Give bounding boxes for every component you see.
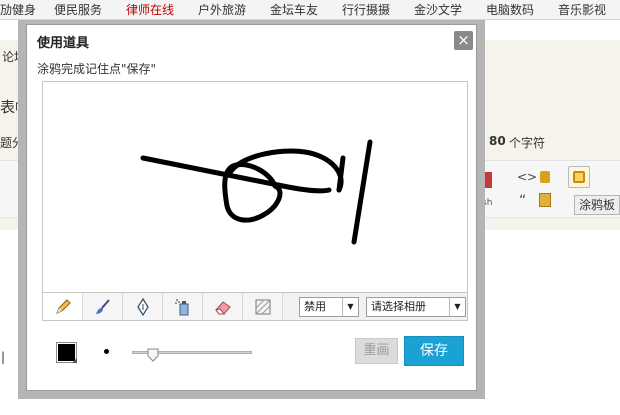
char-count-unit: 个字符 xyxy=(509,136,546,150)
brush-icon xyxy=(96,299,110,314)
pencil-tool[interactable] xyxy=(43,293,83,320)
bottom-controls: 重画 保存 xyxy=(42,331,468,377)
nav-item-lawyer[interactable]: 律师在线 xyxy=(126,3,174,17)
nav-item-music[interactable]: 音乐影视 xyxy=(558,3,606,17)
texture-icon xyxy=(255,299,271,315)
pen-nib-icon xyxy=(137,298,149,316)
slider-thumb[interactable] xyxy=(147,348,159,362)
char-count: 80 xyxy=(489,134,506,148)
save-button[interactable]: 保存 xyxy=(404,336,464,366)
nav-item-cars[interactable]: 金坛车友 xyxy=(270,3,318,17)
brush-size-dot-icon xyxy=(104,349,109,354)
side-mark: | xyxy=(1,350,6,364)
dialog-title: 使用道具 xyxy=(37,36,90,51)
album-select[interactable]: 请选择相册 ▼ xyxy=(366,297,466,317)
album-select-value: 请选择相册 xyxy=(371,300,426,313)
tool-bar: 禁用 ▼ 请选择相册 ▼ xyxy=(42,293,468,321)
color-picker-caret-icon xyxy=(72,358,77,363)
lock-icon[interactable] xyxy=(540,171,550,183)
quote-icon[interactable]: “ xyxy=(519,194,526,208)
spray-icon xyxy=(175,299,189,316)
eraser-tool[interactable] xyxy=(203,293,243,320)
pen-tool[interactable] xyxy=(123,293,163,320)
nav-item-digital[interactable]: 电脑数码 xyxy=(486,3,534,17)
nav-item-travel[interactable]: 户外旅游 xyxy=(198,3,246,17)
nav-item-fitness[interactable]: 劢健身 xyxy=(0,3,36,17)
doodle-board-button[interactable] xyxy=(568,166,590,188)
drawing-strokes xyxy=(140,139,373,245)
color-picker[interactable] xyxy=(56,342,77,363)
doodle-board-tooltip: 涂鸦板 xyxy=(574,195,620,215)
spray-tool[interactable] xyxy=(163,293,203,320)
drawing-canvas[interactable] xyxy=(42,81,468,293)
disable-select[interactable]: 禁用 ▼ xyxy=(299,297,359,317)
chevron-down-icon: ▼ xyxy=(449,298,465,316)
close-button[interactable]: × xyxy=(454,31,473,50)
disable-select-value: 禁用 xyxy=(304,300,326,313)
nav-item-literature[interactable]: 金沙文学 xyxy=(414,3,462,17)
top-navigation: 劢健身 便民服务 律师在线 户外旅游 金坛车友 行行摄摄 金沙文学 电脑数码 音… xyxy=(0,0,620,20)
redraw-button[interactable]: 重画 xyxy=(355,338,398,364)
nav-item-photo[interactable]: 行行摄摄 xyxy=(342,3,390,17)
dialog-hint: 涂鸦完成记住点"保存" xyxy=(37,62,157,76)
doodle-dialog: 使用道具 × 涂鸦完成记住点"保存" 禁用 ▼ 请选择相册 ▼ 重画 保存 xyxy=(26,24,477,391)
code-icon[interactable]: <> xyxy=(517,170,537,184)
brush-tool[interactable] xyxy=(83,293,123,320)
eraser-icon xyxy=(215,301,231,315)
nav-item-services[interactable]: 便民服务 xyxy=(54,3,102,17)
doodle-icon xyxy=(573,171,585,183)
pencil-icon xyxy=(56,299,71,314)
texture-tool[interactable] xyxy=(243,293,283,320)
chevron-down-icon: ▼ xyxy=(342,298,358,316)
hidden-content-icon[interactable] xyxy=(539,193,551,207)
